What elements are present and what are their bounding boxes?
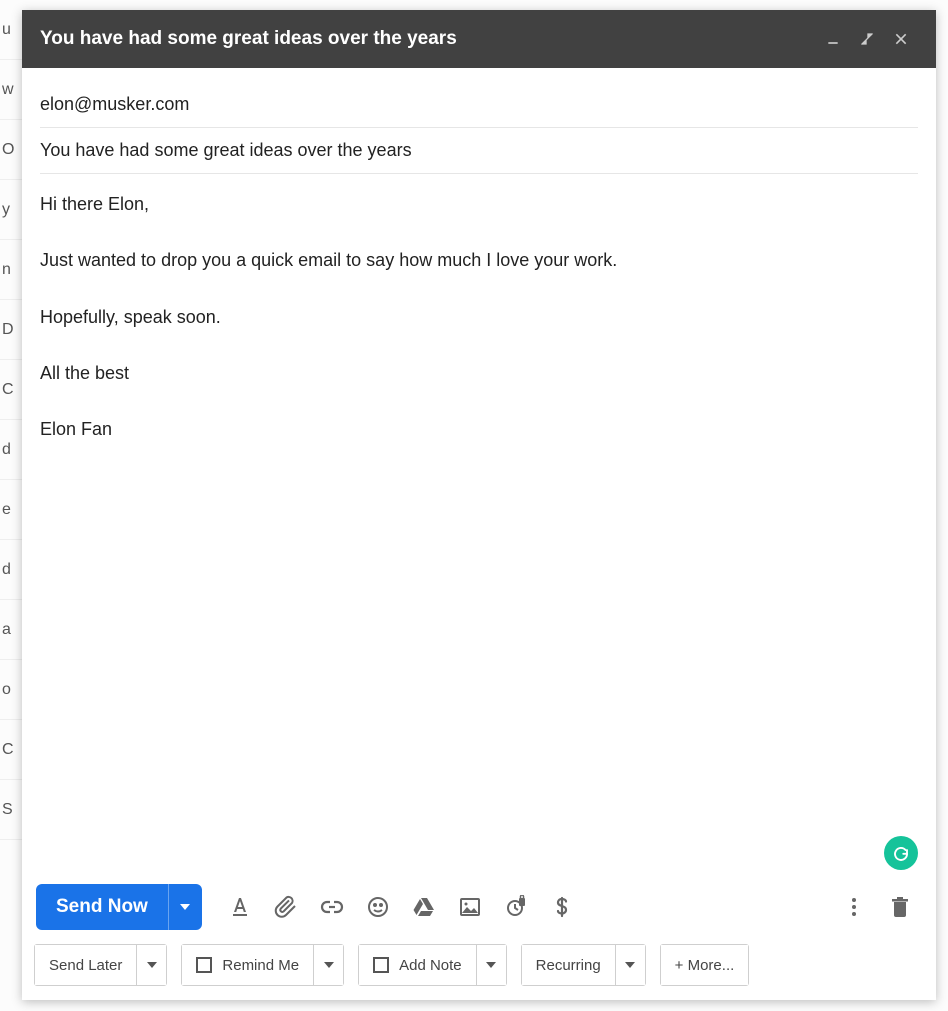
emoji-icon[interactable]	[356, 885, 400, 929]
checkbox-icon	[373, 957, 389, 973]
checkbox-icon	[196, 957, 212, 973]
confidential-icon[interactable]	[494, 885, 538, 929]
formatting-icons	[218, 885, 826, 929]
to-field[interactable]: elon@musker.com	[40, 82, 918, 128]
attach-icon[interactable]	[264, 885, 308, 929]
add-note-group: Add Note	[358, 944, 507, 986]
body-line: All the best	[40, 361, 918, 385]
send-later-group: Send Later	[34, 944, 167, 986]
body-line: Hi there Elon,	[40, 192, 918, 216]
body-line: Just wanted to drop you a quick email to…	[40, 248, 918, 272]
add-note-button[interactable]: Add Note	[359, 945, 476, 985]
remind-me-dropdown[interactable]	[313, 945, 343, 985]
grammarly-icon[interactable]	[884, 836, 918, 870]
text-format-icon[interactable]	[218, 885, 262, 929]
chevron-down-icon	[147, 962, 157, 968]
compose-toolbar: Send Now	[22, 876, 936, 938]
chevron-down-icon	[486, 962, 496, 968]
close-icon[interactable]	[884, 22, 918, 56]
more-group: + More...	[660, 944, 750, 986]
extension-toolbar: Send Later Remind Me Add Note Recurring …	[22, 938, 936, 1000]
recurring-button[interactable]: Recurring	[522, 945, 615, 985]
compose-window: You have had some great ideas over the y…	[22, 10, 936, 1000]
subject-field[interactable]: You have had some great ideas over the y…	[40, 128, 918, 174]
send-later-button[interactable]: Send Later	[35, 945, 136, 985]
send-group: Send Now	[36, 884, 202, 930]
message-body[interactable]: Hi there Elon, Just wanted to drop you a…	[22, 174, 936, 876]
more-options-icon[interactable]	[832, 885, 876, 929]
body-line: Hopefully, speak soon.	[40, 305, 918, 329]
link-icon[interactable]	[310, 885, 354, 929]
send-button[interactable]: Send Now	[36, 884, 168, 930]
image-icon[interactable]	[448, 885, 492, 929]
add-note-dropdown[interactable]	[476, 945, 506, 985]
send-later-dropdown[interactable]	[136, 945, 166, 985]
chevron-down-icon	[324, 962, 334, 968]
header-fields: elon@musker.com You have had some great …	[22, 68, 936, 174]
fullscreen-icon[interactable]	[850, 22, 884, 56]
minimize-icon[interactable]	[816, 22, 850, 56]
remind-me-button[interactable]: Remind Me	[182, 945, 313, 985]
body-line: Elon Fan	[40, 417, 918, 441]
drive-icon[interactable]	[402, 885, 446, 929]
toolbar-right	[832, 885, 922, 929]
recurring-dropdown[interactable]	[615, 945, 645, 985]
trash-icon[interactable]	[878, 885, 922, 929]
remind-me-group: Remind Me	[181, 944, 344, 986]
window-title: You have had some great ideas over the y…	[40, 28, 816, 50]
recurring-group: Recurring	[521, 944, 646, 986]
send-dropdown[interactable]	[168, 884, 202, 930]
more-button[interactable]: + More...	[661, 945, 749, 985]
titlebar: You have had some great ideas over the y…	[22, 10, 936, 68]
chevron-down-icon	[180, 904, 190, 910]
chevron-down-icon	[625, 962, 635, 968]
money-icon[interactable]	[540, 885, 584, 929]
